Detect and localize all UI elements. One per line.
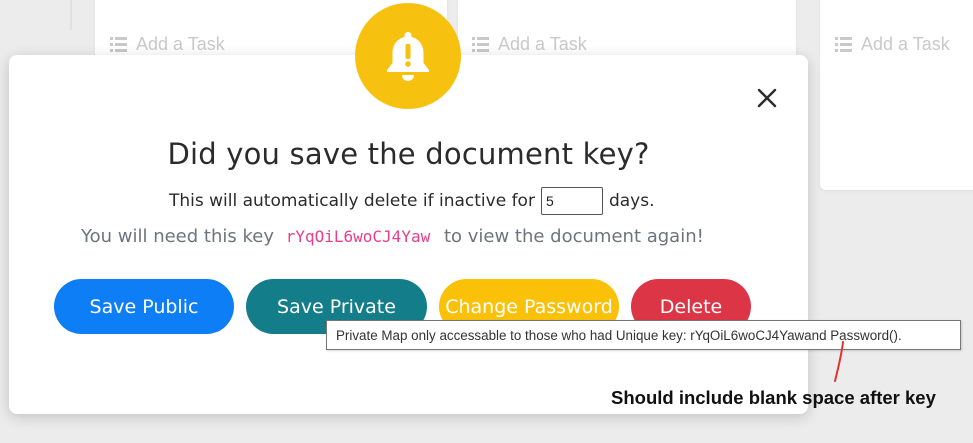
- add-task-button[interactable]: Add a Task: [110, 34, 225, 55]
- add-task-button[interactable]: Add a Task: [835, 34, 950, 55]
- inactive-days-input[interactable]: [540, 187, 603, 215]
- list-icon: [110, 37, 128, 52]
- inactive-suffix-text: days.: [608, 191, 655, 211]
- document-key-code: rYqOiL6woCJ4Yaw: [285, 227, 431, 246]
- dialog-title: Did you save the document key?: [167, 137, 650, 171]
- close-icon: [757, 88, 777, 108]
- add-task-label: Add a Task: [861, 34, 950, 54]
- inactive-prefix-text: This will automatically delete if inacti…: [169, 191, 535, 211]
- inactive-delete-message: This will automatically delete if inacti…: [169, 187, 654, 215]
- close-dialog-button[interactable]: [754, 85, 780, 111]
- add-task-button[interactable]: Add a Task: [472, 34, 587, 55]
- add-task-label: Add a Task: [498, 34, 587, 54]
- board-column-edge: [70, 0, 72, 30]
- save-private-tooltip: Private Map only accessable to those who…: [326, 320, 961, 350]
- add-task-label: Add a Task: [136, 34, 225, 54]
- app-screen: Add a Task Add a Task Add a Task Did you…: [0, 0, 973, 443]
- board-column-done: [820, 0, 973, 190]
- save-public-button[interactable]: Save Public: [54, 279, 234, 334]
- key-prefix-text: You will need this key: [81, 226, 274, 247]
- list-icon: [472, 37, 490, 52]
- tooltip-text: Private Map only accessable to those who…: [336, 327, 902, 343]
- annotation-arrow-icon: [834, 341, 844, 382]
- alert-badge: [355, 3, 461, 109]
- annotation-note: Should include blank space after key: [611, 387, 936, 408]
- document-key-message: You will need this key rYqOiL6woCJ4Yaw t…: [81, 226, 704, 247]
- list-icon: [835, 37, 853, 52]
- bell-exclamation-icon: [387, 32, 429, 81]
- key-suffix-text: to view the document again!: [443, 226, 704, 247]
